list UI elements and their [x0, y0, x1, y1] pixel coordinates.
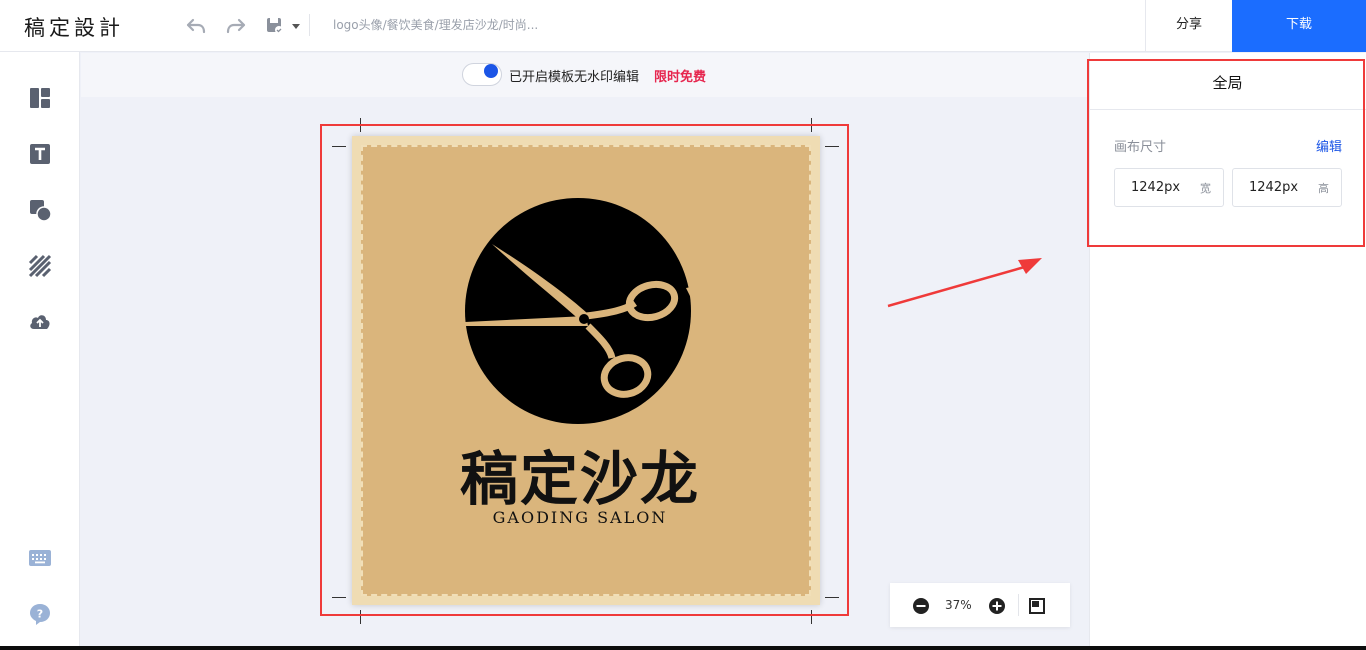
save-dropdown-button[interactable]	[264, 14, 304, 38]
zoom-in-icon[interactable]	[988, 597, 1006, 615]
watermark-text: 已开启模板无水印编辑	[509, 70, 640, 85]
text-icon[interactable]	[28, 142, 52, 166]
zoom-divider	[1018, 594, 1019, 616]
keyboard-icon[interactable]	[28, 546, 52, 570]
download-button[interactable]: 下载	[1232, 0, 1366, 52]
panel-highlight-box	[1087, 59, 1365, 247]
bottom-border	[0, 646, 1366, 650]
shapes-icon[interactable]	[28, 198, 52, 222]
save-icon	[267, 18, 300, 34]
annotation-arrow	[887, 258, 1042, 308]
svg-text:?: ?	[37, 608, 43, 621]
toolbar-divider	[309, 14, 310, 36]
redo-icon[interactable]	[224, 14, 248, 38]
background-icon[interactable]	[28, 254, 52, 278]
toggle-knob[interactable]	[484, 64, 498, 78]
zoom-out-icon[interactable]	[912, 597, 930, 615]
template-icon[interactable]	[28, 86, 52, 110]
zoom-value[interactable]: 37%	[945, 598, 972, 612]
undo-icon[interactable]	[184, 14, 208, 38]
help-icon[interactable]: ?	[28, 602, 52, 626]
share-button[interactable]: 分享	[1145, 0, 1232, 52]
app-logo[interactable]: 稿定設計	[24, 12, 124, 42]
canvas-highlight-box	[320, 124, 849, 616]
document-title[interactable]: logo头像/餐饮美食/理发店沙龙/时尚...	[333, 16, 538, 33]
fit-screen-icon[interactable]	[1028, 597, 1046, 615]
upload-icon[interactable]	[28, 310, 52, 334]
free-badge: 限时免费	[654, 70, 707, 85]
